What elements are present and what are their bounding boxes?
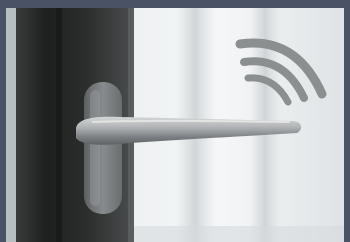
handle-plate-highlight: [90, 90, 100, 206]
door-lever-highlight: [91, 119, 291, 123]
photo-scene: [0, 0, 350, 242]
door-frame-groove: [56, 8, 62, 242]
handle-plate: [84, 82, 122, 214]
photo-canvas: [0, 0, 350, 242]
window-edge: [6, 8, 16, 242]
